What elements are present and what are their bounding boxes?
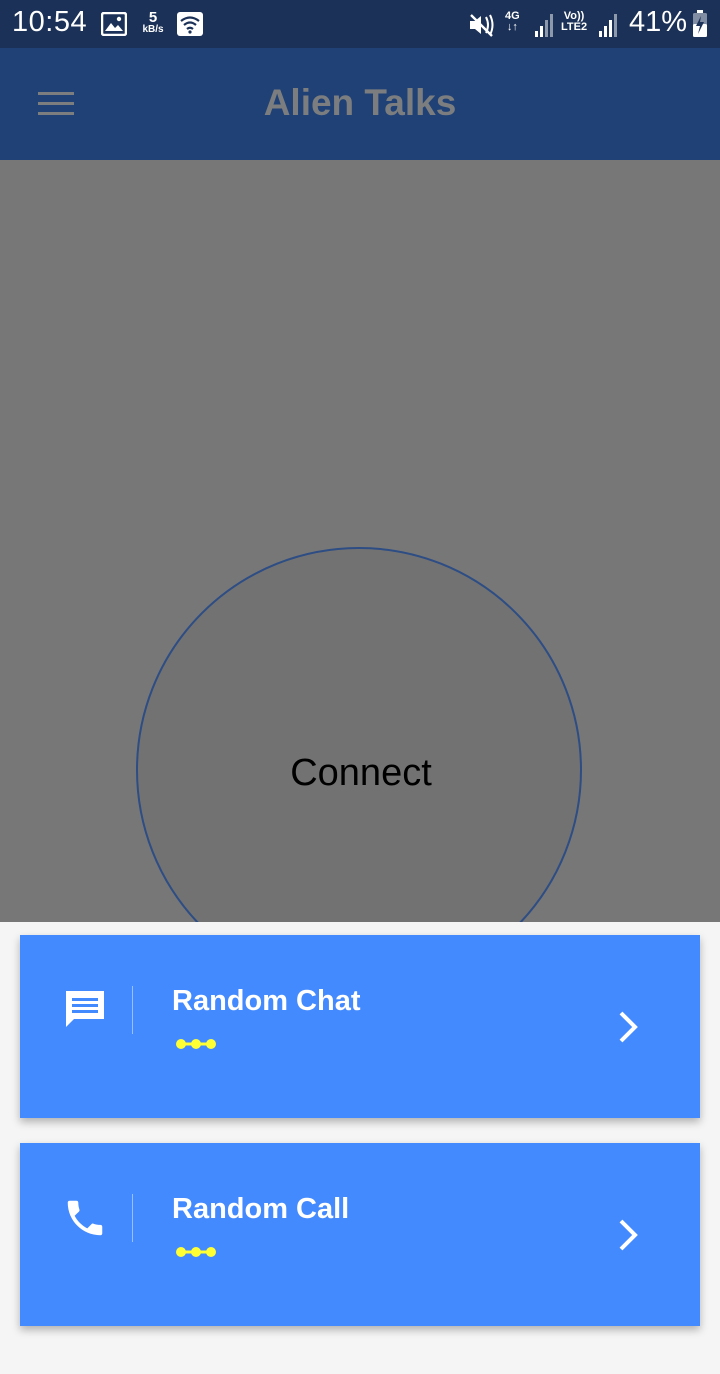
phone-icon	[62, 1195, 108, 1241]
mobile-data-indicator: 4G ↓↑	[505, 11, 520, 33]
chevron-right-icon	[616, 1218, 640, 1252]
card-divider	[132, 986, 133, 1034]
main-overlay: Connect	[0, 160, 720, 922]
random-chat-title: Random Chat	[172, 985, 361, 1017]
card-divider	[132, 1194, 133, 1242]
app-title: Alien Talks	[263, 82, 457, 123]
status-indicator-dots	[175, 1245, 217, 1259]
random-call-title: Random Call	[172, 1193, 350, 1225]
status-indicator-dots	[175, 1037, 217, 1051]
signal-icon	[534, 13, 556, 42]
network-speed-unit: kB/s	[142, 24, 164, 35]
battery-charging-icon	[692, 10, 708, 43]
wifi-icon	[177, 12, 203, 41]
gallery-icon	[100, 11, 128, 41]
chevron-right-icon	[616, 1010, 640, 1044]
chat-icon	[62, 987, 108, 1033]
network-speed-value: 5	[148, 9, 158, 26]
data-arrows-icon: ↓↑	[506, 21, 518, 33]
network-speed: 5 kB/s	[139, 10, 167, 35]
volte-indicator: Vo)) LTE2	[561, 11, 587, 33]
mute-icon	[468, 12, 496, 43]
connect-label: Connect	[290, 752, 432, 794]
random-chat-card[interactable]: Random Chat	[20, 935, 700, 1118]
battery-percent: 41%	[629, 6, 688, 38]
status-time: 10:54	[12, 6, 88, 38]
connect-button[interactable]: Connect	[136, 547, 582, 922]
status-bar: 10:54 5 kB/s 4G ↓↑ Vo)) LTE2 41%	[0, 0, 720, 48]
volte-label-bottom: LTE2	[561, 21, 588, 33]
bottom-panel: Random Chat Random Call	[0, 922, 720, 1374]
signal-icon	[598, 13, 620, 42]
app-bar: Alien Talks	[0, 48, 720, 160]
random-call-card[interactable]: Random Call	[20, 1143, 700, 1326]
